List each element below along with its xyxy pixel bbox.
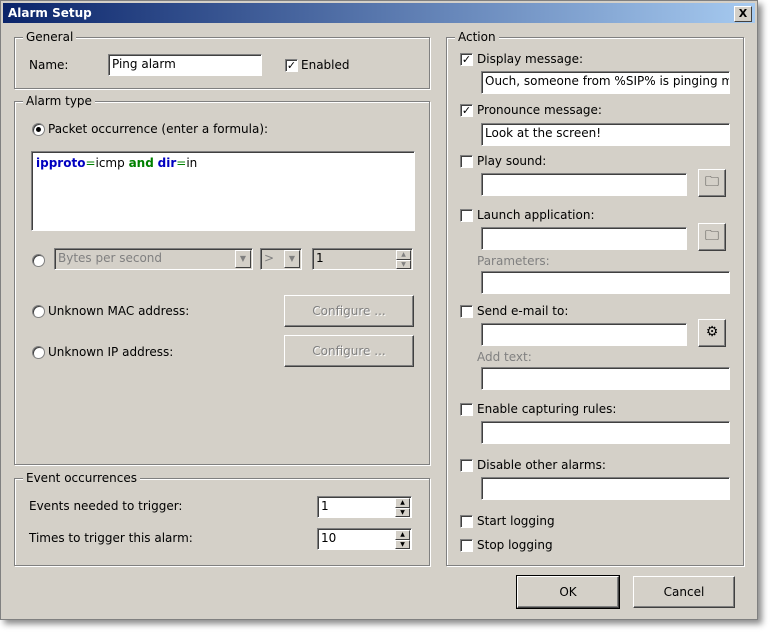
times-trigger-value: 10 xyxy=(321,531,337,545)
chevron-down-icon[interactable]: ▼ xyxy=(284,250,300,268)
alarm-setup-dialog: Alarm Setup X General Name: Ping alarm ✓… xyxy=(0,0,758,620)
pronounce-message-input[interactable]: Look at the screen! xyxy=(481,123,730,146)
browse-application-button[interactable]: 🗀 xyxy=(698,223,726,251)
email-settings-button[interactable]: ⚙ xyxy=(698,319,726,347)
parameters-input[interactable] xyxy=(481,271,730,294)
gear-icon: ⚙ xyxy=(705,324,719,340)
play-sound-input[interactable] xyxy=(481,173,687,196)
unknown-mac-radio[interactable] xyxy=(32,305,45,318)
close-button[interactable]: X xyxy=(734,6,752,22)
start-logging-label: Start logging xyxy=(477,514,555,528)
spin-down-icon[interactable]: ▼ xyxy=(396,260,411,269)
launch-application-input[interactable] xyxy=(481,227,687,250)
unknown-mac-label: Unknown MAC address: xyxy=(48,304,190,318)
cancel-button[interactable]: Cancel xyxy=(633,576,735,608)
launch-application-label: Launch application: xyxy=(477,208,595,222)
formula-token: = xyxy=(176,156,187,170)
formula-token: ipproto xyxy=(36,156,86,170)
add-text-label: Add text: xyxy=(477,350,532,364)
threshold-stepper[interactable]: 1 ▲ ▼ xyxy=(312,248,413,270)
formula-token: dir xyxy=(157,156,177,170)
pronounce-message-label: Pronounce message: xyxy=(477,103,602,117)
chevron-down-icon[interactable]: ▼ xyxy=(235,250,251,268)
spin-up-icon[interactable]: ▲ xyxy=(396,250,411,260)
spin-up-icon[interactable]: ▲ xyxy=(395,530,410,540)
launch-application-checkbox[interactable] xyxy=(460,209,473,222)
event-occurrences-group: Event occurrences xyxy=(14,471,430,566)
unknown-ip-label: Unknown IP address: xyxy=(48,345,174,359)
formula-token: and xyxy=(128,156,154,170)
enable-capturing-checkbox[interactable] xyxy=(460,403,473,416)
disable-alarms-label: Disable other alarms: xyxy=(477,458,606,472)
threshold-value: 1 xyxy=(316,251,324,265)
spin-down-icon[interactable]: ▼ xyxy=(395,508,410,517)
display-message-checkbox[interactable]: ✓ xyxy=(460,53,473,66)
folder-icon: 🗀 xyxy=(705,228,719,244)
formula-token: in xyxy=(186,156,198,170)
capturing-rules-input[interactable] xyxy=(481,421,730,444)
add-text-input[interactable] xyxy=(481,367,730,390)
packet-occurrence-label: Packet occurrence (enter a formula): xyxy=(48,122,269,136)
send-email-input[interactable] xyxy=(481,323,687,346)
bytes-per-second-value: Bytes per second xyxy=(58,251,163,265)
operator-value: > xyxy=(264,251,275,265)
stop-logging-checkbox[interactable] xyxy=(460,539,473,552)
formula-token: icmp xyxy=(95,156,129,170)
display-message-input[interactable]: Ouch, someone from %SIP% is pinging me xyxy=(481,71,730,94)
events-needed-stepper[interactable]: 1 ▲ ▼ xyxy=(317,496,412,518)
enabled-label: Enabled xyxy=(301,58,350,72)
operator-select[interactable]: > ▼ xyxy=(260,248,302,270)
spin-up-icon[interactable]: ▲ xyxy=(395,498,410,508)
name-input[interactable]: Ping alarm xyxy=(108,54,262,76)
spin-down-icon[interactable]: ▼ xyxy=(395,540,410,549)
enabled-checkbox[interactable]: ✓ xyxy=(285,59,298,72)
events-needed-value: 1 xyxy=(321,499,329,513)
event-occurrences-legend: Event occurrences xyxy=(23,471,140,485)
disable-alarms-checkbox[interactable] xyxy=(460,459,473,472)
title-bar: Alarm Setup X xyxy=(3,3,755,23)
start-logging-checkbox[interactable] xyxy=(460,515,473,528)
play-sound-checkbox[interactable] xyxy=(460,155,473,168)
times-trigger-stepper[interactable]: 10 ▲ ▼ xyxy=(317,528,412,550)
times-trigger-label: Times to trigger this alarm: xyxy=(29,531,193,545)
formula-editor[interactable]: ipproto=icmp and dir=in xyxy=(31,151,415,231)
enable-capturing-label: Enable capturing rules: xyxy=(477,402,617,416)
bytes-per-second-select[interactable]: Bytes per second ▼ xyxy=(54,248,253,270)
send-email-label: Send e-mail to: xyxy=(477,304,569,318)
play-sound-label: Play sound: xyxy=(477,154,547,168)
general-legend: General xyxy=(23,30,77,44)
disable-alarms-input[interactable] xyxy=(481,477,730,500)
configure-ip-button[interactable]: Configure ... xyxy=(284,335,414,367)
send-email-checkbox[interactable] xyxy=(460,305,473,318)
window-title: Alarm Setup xyxy=(8,6,92,20)
ok-button[interactable]: OK xyxy=(516,575,620,609)
name-label: Name: xyxy=(29,58,69,72)
folder-icon: 🗀 xyxy=(705,174,719,190)
stop-logging-label: Stop logging xyxy=(477,538,553,552)
pronounce-message-checkbox[interactable]: ✓ xyxy=(460,104,473,117)
parameters-label: Parameters: xyxy=(477,254,550,268)
packet-occurrence-radio[interactable] xyxy=(32,123,45,136)
formula-token: = xyxy=(85,156,96,170)
configure-mac-button[interactable]: Configure ... xyxy=(284,295,414,327)
bytes-per-second-radio[interactable] xyxy=(32,254,45,267)
events-needed-label: Events needed to trigger: xyxy=(29,499,183,513)
unknown-ip-radio[interactable] xyxy=(32,346,45,359)
action-legend: Action xyxy=(455,30,499,44)
display-message-label: Display message: xyxy=(477,52,584,66)
alarm-type-legend: Alarm type xyxy=(23,94,95,108)
browse-sound-button[interactable]: 🗀 xyxy=(698,169,726,197)
